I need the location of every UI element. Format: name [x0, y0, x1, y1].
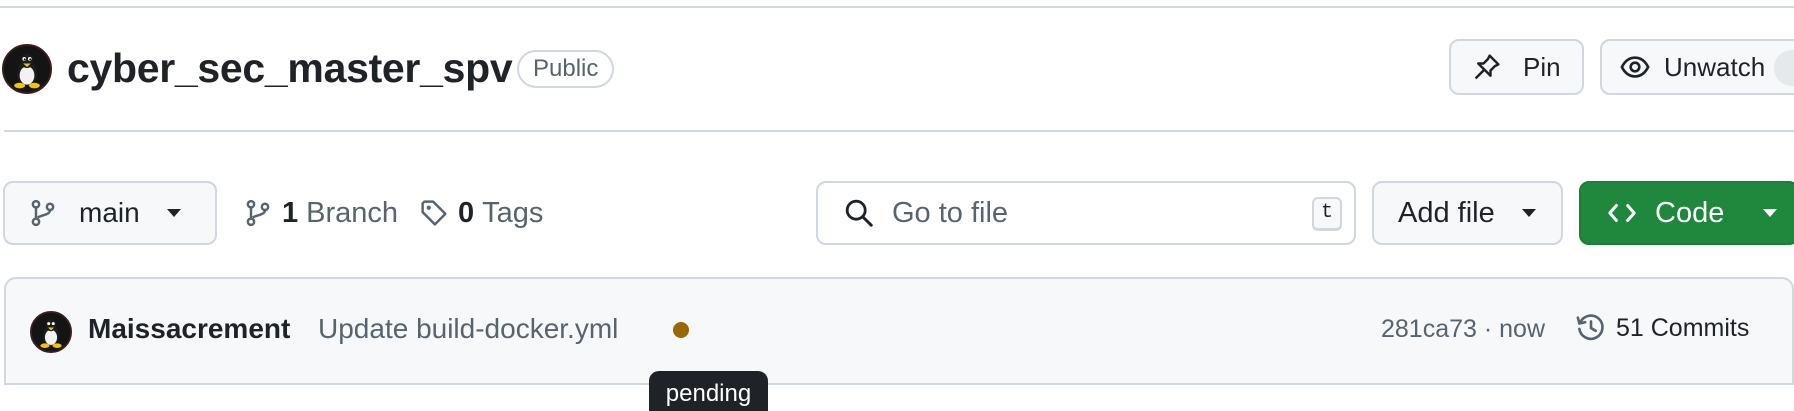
branches-link[interactable]: 1 Branch: [244, 193, 398, 233]
add-file-button[interactable]: Add file: [1372, 181, 1563, 245]
top-divider: [0, 6, 1794, 8]
tag-count: 0: [458, 196, 475, 229]
unwatch-label: Unwatch: [1664, 51, 1766, 82]
search-icon: [845, 199, 873, 227]
tags-link[interactable]: 0 Tags: [420, 193, 543, 233]
repo-name-link[interactable]: cyber_sec_master_spv: [67, 40, 513, 96]
go-to-file-input[interactable]: [892, 196, 1292, 230]
tux-penguin-icon: [32, 313, 70, 351]
pin-label: Pin: [1523, 51, 1561, 82]
branch-label: Branch: [306, 196, 399, 229]
history-icon: [1576, 314, 1604, 341]
chevron-down-icon: [1763, 209, 1778, 217]
eye-icon: [1620, 56, 1650, 78]
pin-button[interactable]: Pin: [1449, 39, 1584, 95]
current-branch-label: main: [79, 197, 140, 228]
commit-sha-time[interactable]: 281ca73 · now: [1381, 315, 1545, 344]
commit-message-link[interactable]: Update build-docker.yml: [318, 313, 618, 345]
add-file-label: Add file: [1398, 196, 1495, 229]
pin-icon: [1474, 54, 1500, 80]
code-button[interactable]: Code: [1579, 181, 1794, 245]
branch-count: 1: [282, 196, 299, 229]
header-divider: [4, 130, 1794, 132]
tux-penguin-icon: [4, 46, 50, 92]
tag-icon: [421, 200, 447, 226]
chevron-down-icon: [166, 209, 181, 217]
tag-label: Tags: [482, 196, 544, 229]
status-tooltip: pending: [649, 371, 768, 411]
commit-status-dot[interactable]: [673, 322, 689, 338]
chevron-down-icon: [1521, 209, 1536, 217]
branch-selector-button[interactable]: main: [3, 181, 217, 245]
repo-owner-avatar[interactable]: [2, 44, 52, 94]
commits-count-label: 51 Commits: [1616, 313, 1750, 342]
unwatch-button[interactable]: Unwatch: [1600, 39, 1794, 95]
commits-history-link[interactable]: 51 Commits: [1576, 313, 1749, 343]
commit-author-avatar[interactable]: [30, 311, 72, 353]
git-branch-icon: [31, 199, 55, 227]
commit-bar-divider: [4, 383, 1794, 385]
code-label: Code: [1655, 196, 1725, 229]
code-brackets-icon: [1608, 204, 1636, 222]
visibility-badge: Public: [517, 50, 615, 88]
go-to-file-search[interactable]: t: [816, 181, 1356, 245]
commit-author-link[interactable]: Maissacrement: [88, 313, 290, 345]
git-branch-icon: [246, 199, 270, 227]
keyboard-shortcut-hint: t: [1312, 197, 1342, 231]
